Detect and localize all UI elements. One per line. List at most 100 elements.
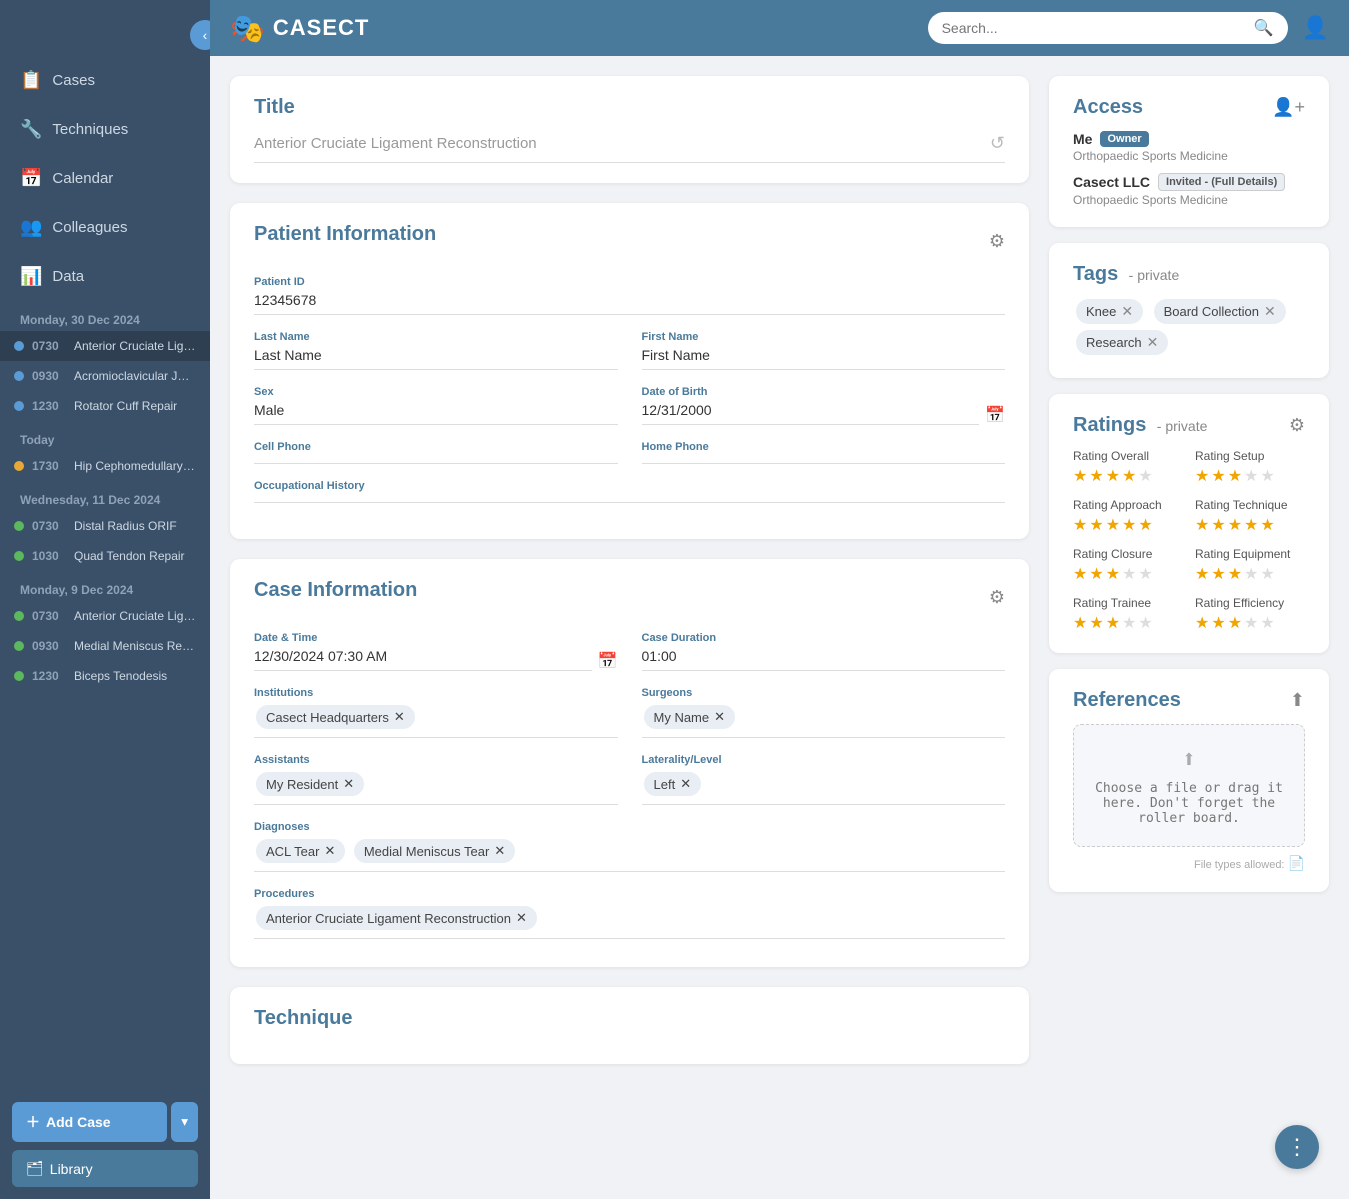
remove-diagnosis-1[interactable]: ✕: [494, 843, 505, 859]
tag-chip-2[interactable]: Research ✕: [1076, 330, 1168, 355]
fab-button[interactable]: ⋮: [1275, 1125, 1319, 1169]
sidebar-section-title-3: Monday, 9 Dec 2024: [0, 571, 210, 601]
star-empty-7-0: ★: [1244, 613, 1258, 633]
remove-tag-1[interactable]: ✕: [1264, 303, 1276, 320]
star-filled-0-2: ★: [1106, 466, 1120, 486]
technique-label: Technique: [254, 1007, 1005, 1030]
star-filled-5-0: ★: [1195, 564, 1209, 584]
case-name-3-2: Biceps Tenodesis: [74, 669, 167, 683]
sidebar-section-title-0: Monday, 30 Dec 2024: [0, 301, 210, 331]
occupational-history-label: Occupational History: [254, 480, 1005, 492]
institution-chip-0[interactable]: Casect Headquarters ✕: [256, 705, 415, 729]
diagnosis-chip-1[interactable]: Medial Meniscus Tear ✕: [354, 839, 515, 863]
rating-label-0: Rating Overall: [1073, 449, 1183, 463]
date-time-calendar-icon[interactable]: 📅: [598, 651, 618, 671]
remove-diagnosis-0[interactable]: ✕: [324, 843, 335, 859]
star-filled-0-3: ★: [1122, 466, 1136, 486]
surgeon-chip-0[interactable]: My Name ✕: [644, 705, 736, 729]
tag-chip-0[interactable]: Knee ✕: [1076, 299, 1143, 324]
cell-phone-value[interactable]: [254, 457, 618, 464]
case-time-2-0: 0730: [32, 519, 66, 533]
search-icon: 🔍: [1254, 18, 1274, 38]
sidebar-case-3-0[interactable]: 0730 Anterior Cruciate Ligame...: [0, 601, 210, 631]
procedure-chip-0[interactable]: Anterior Cruciate Ligament Reconstructio…: [256, 906, 537, 930]
diagnoses-chips: ACL Tear ✕ Medial Meniscus Tear ✕: [254, 837, 1005, 865]
search-input[interactable]: [942, 20, 1246, 36]
remove-procedure-0[interactable]: ✕: [516, 910, 527, 926]
references-upload-icon[interactable]: ⬆: [1290, 690, 1305, 711]
title-reset-icon[interactable]: ↺: [990, 133, 1005, 154]
date-time-value[interactable]: 12/30/2024 07:30 AM: [254, 648, 592, 671]
sidebar-item-cases[interactable]: 📋Cases: [0, 56, 210, 105]
technique-card: Technique: [230, 987, 1029, 1064]
occupational-history-value[interactable]: [254, 496, 1005, 503]
add-case-label: Add Case: [46, 1114, 111, 1130]
ratings-gear-icon[interactable]: ⚙: [1289, 415, 1305, 436]
last-name-value[interactable]: Last Name: [254, 347, 618, 370]
tags-modifier: - private: [1129, 267, 1180, 283]
case-info-card: Case Information ⚙ Date & Time 12/30/202…: [230, 559, 1029, 967]
case-info-gear-icon[interactable]: ⚙: [989, 587, 1005, 608]
assistants-label: Assistants: [254, 754, 618, 766]
remove-tag-0[interactable]: ✕: [1121, 303, 1133, 320]
star-filled-7-1: ★: [1211, 613, 1225, 633]
first-name-value[interactable]: First Name: [642, 347, 1006, 370]
case-time-0-2: 1230: [32, 399, 66, 413]
sidebar-item-techniques[interactable]: 🔧Techniques: [0, 105, 210, 154]
case-dot-0-1: [14, 371, 24, 381]
dob-value[interactable]: 12/31/2000: [642, 402, 980, 425]
library-button[interactable]: 🗂 Library: [12, 1150, 198, 1187]
sidebar-bottom: ＋ Add Case ▾ 🗂 Library: [0, 1090, 210, 1199]
sidebar-item-data[interactable]: 📊Data: [0, 252, 210, 301]
remove-tag-2[interactable]: ✕: [1147, 334, 1159, 351]
star-filled-2-1: ★: [1089, 515, 1103, 535]
sidebar-nav-label-colleagues: Colleagues: [52, 219, 127, 236]
star-filled-0-1: ★: [1089, 466, 1103, 486]
calendar-icon[interactable]: 📅: [985, 405, 1005, 425]
sidebar-case-1-0[interactable]: 1730 Hip Cephomedullary Nail: [0, 451, 210, 481]
case-time-0-0: 0730: [32, 339, 66, 353]
sidebar-item-calendar[interactable]: 📅Calendar: [0, 154, 210, 203]
sidebar-item-colleagues[interactable]: 👥Colleagues: [0, 203, 210, 252]
home-phone-value[interactable]: [642, 457, 1006, 464]
rating-item-3: Rating Technique★★★★★: [1195, 498, 1305, 535]
sidebar-case-2-1[interactable]: 1030 Quad Tendon Repair: [0, 541, 210, 571]
add-case-button[interactable]: ＋ Add Case: [12, 1102, 167, 1142]
diagnosis-chip-0[interactable]: ACL Tear ✕: [256, 839, 345, 863]
star-empty-6-0: ★: [1122, 613, 1136, 633]
remove-surgeon-0[interactable]: ✕: [714, 709, 725, 725]
laterality-label: Laterality/Level: [642, 754, 1006, 766]
case-name-3-1: Medial Meniscus Repair: [74, 639, 196, 653]
patient-info-label: Patient Information: [254, 223, 436, 246]
sidebar-case-3-1[interactable]: 0930 Medial Meniscus Repair: [0, 631, 210, 661]
institutions-chips: Casect Headquarters ✕: [254, 703, 618, 731]
assistant-chip-0[interactable]: My Resident ✕: [256, 772, 364, 796]
title-input[interactable]: [254, 135, 990, 152]
access-label: Access: [1073, 96, 1143, 119]
star-filled-0-0: ★: [1073, 466, 1087, 486]
access-org-0: Orthopaedic Sports Medicine: [1073, 149, 1305, 163]
reference-upload-area[interactable]: ⬆ Choose a file or drag it here. Don't f…: [1073, 724, 1305, 847]
remove-institution-0[interactable]: ✕: [394, 709, 405, 725]
add-case-dropdown-button[interactable]: ▾: [171, 1102, 198, 1142]
logo-icon: 🎭: [230, 12, 265, 45]
remove-laterality-0[interactable]: ✕: [680, 776, 691, 792]
rating-label-7: Rating Efficiency: [1195, 596, 1305, 610]
add-access-icon[interactable]: 👤+: [1272, 97, 1305, 118]
star-empty-1-0: ★: [1244, 466, 1258, 486]
center-panel: Title ↺ Patient Information ⚙ Patient ID…: [230, 76, 1029, 1179]
remove-assistant-0[interactable]: ✕: [343, 776, 354, 792]
sidebar-case-2-0[interactable]: 0730 Distal Radius ORIF: [0, 511, 210, 541]
user-icon[interactable]: 👤: [1302, 15, 1329, 41]
sidebar-case-0-2[interactable]: 1230 Rotator Cuff Repair: [0, 391, 210, 421]
date-time-label: Date & Time: [254, 632, 618, 644]
tag-chip-1[interactable]: Board Collection ✕: [1154, 299, 1286, 324]
duration-value[interactable]: 01:00: [642, 648, 1006, 671]
patient-info-gear-icon[interactable]: ⚙: [989, 231, 1005, 252]
sidebar-case-3-2[interactable]: 1230 Biceps Tenodesis: [0, 661, 210, 691]
sidebar-case-0-0[interactable]: 0730 Anterior Cruciate Ligame...: [0, 331, 210, 361]
laterality-chip-0[interactable]: Left ✕: [644, 772, 702, 796]
sex-value[interactable]: Male: [254, 402, 618, 425]
star-filled-6-0: ★: [1073, 613, 1087, 633]
sidebar-case-0-1[interactable]: 0930 Acromioclavicular Joint R...: [0, 361, 210, 391]
